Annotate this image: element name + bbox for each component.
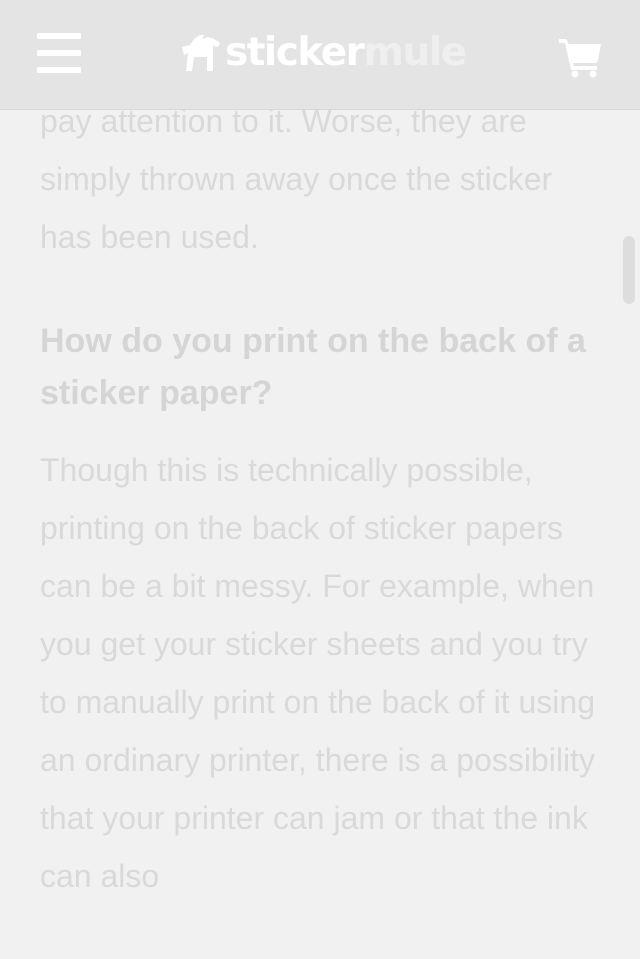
- menu-bar-bottom: [37, 67, 81, 73]
- logo-sticker-text: sticker: [225, 30, 365, 75]
- top-navigation-bar: stickermule: [0, 0, 640, 110]
- shopping-cart-icon[interactable]: [557, 36, 603, 78]
- page: stickermule pay attention to it. Worse, …: [0, 0, 640, 959]
- hamburger-menu-icon[interactable]: [37, 33, 81, 73]
- scrollbar-thumb[interactable]: [623, 236, 635, 304]
- intro-paragraph: pay attention to it. Worse, they are sim…: [40, 103, 553, 255]
- menu-bar-top: [37, 33, 81, 39]
- article-content: pay attention to it. Worse, they are sim…: [40, 92, 610, 905]
- logo-wordmark: stickermule: [225, 28, 467, 78]
- mule-icon: [182, 35, 220, 71]
- logo-mule-text: mule: [363, 30, 467, 75]
- menu-bar-middle: [37, 50, 81, 56]
- stickermule-logo[interactable]: stickermule: [180, 28, 467, 78]
- body-paragraph: Though this is technically possible, pri…: [40, 452, 595, 894]
- section-heading: How do you print on the back of a sticke…: [40, 322, 586, 412]
